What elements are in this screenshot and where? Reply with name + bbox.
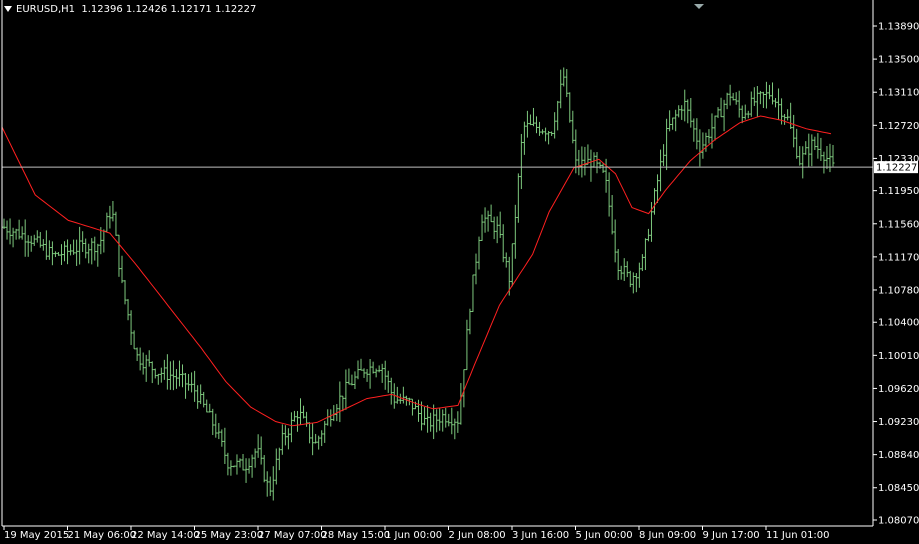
symbol-label: EURUSD,H1 bbox=[16, 4, 76, 15]
x-tick-label: 1 Jun 00:00 bbox=[385, 530, 442, 541]
dropdown-triangle-icon[interactable] bbox=[4, 6, 12, 12]
x-tick-label: 11 Jun 01:00 bbox=[766, 530, 830, 541]
x-tick-label: 22 May 14:00 bbox=[131, 530, 200, 541]
x-tick-label: 28 May 15:00 bbox=[322, 530, 391, 541]
x-tick-label: 9 Jun 17:00 bbox=[703, 530, 760, 541]
y-tick-label: 1.08070 bbox=[878, 516, 919, 527]
x-tick-label: 19 May 2015 bbox=[4, 530, 69, 541]
y-tick-label: 1.09620 bbox=[878, 384, 919, 395]
x-tick-label: 3 Jun 16:00 bbox=[512, 530, 569, 541]
y-tick-label: 1.09230 bbox=[878, 417, 919, 428]
x-tick-label: 8 Jun 09:00 bbox=[639, 530, 696, 541]
y-tick-label: 1.13110 bbox=[878, 88, 919, 99]
y-tick-label: 1.13500 bbox=[878, 55, 919, 66]
chart-background bbox=[0, 0, 919, 544]
y-tick-label: 1.08840 bbox=[878, 450, 919, 461]
chart-header: EURUSD,H1 1.12396 1.12426 1.12171 1.1222… bbox=[4, 4, 256, 15]
x-tick-label: 5 Jun 00:00 bbox=[576, 530, 633, 541]
y-tick-label: 1.13890 bbox=[878, 22, 919, 33]
x-tick-label: 27 May 07:00 bbox=[258, 530, 327, 541]
x-tick-label: 21 May 06:00 bbox=[68, 530, 137, 541]
y-tick-label: 1.11560 bbox=[878, 219, 919, 230]
price-chart[interactable]: 1.13890 1.13500 1.13110 1.12720 1.12330 1.119… bbox=[0, 0, 919, 544]
y-tick-label: 1.10010 bbox=[878, 351, 919, 362]
chart-canvas[interactable]: 1.138901.135001.131101.127201.123301.119… bbox=[0, 0, 919, 544]
y-tick-label: 1.11170 bbox=[878, 252, 919, 263]
ohlc-values: 1.12396 1.12426 1.12171 1.12227 bbox=[81, 4, 257, 15]
x-tick-label: 25 May 23:00 bbox=[195, 530, 264, 541]
y-tick-label: 1.10400 bbox=[878, 318, 919, 329]
y-tick-label: 1.08450 bbox=[878, 483, 919, 494]
y-tick-label: 1.11950 bbox=[878, 186, 919, 197]
current-price-label: 1.12227 bbox=[876, 163, 917, 174]
y-tick-label: 1.12720 bbox=[878, 121, 919, 132]
x-tick-label: 2 Jun 08:00 bbox=[449, 530, 506, 541]
y-tick-label: 1.10780 bbox=[878, 285, 919, 296]
